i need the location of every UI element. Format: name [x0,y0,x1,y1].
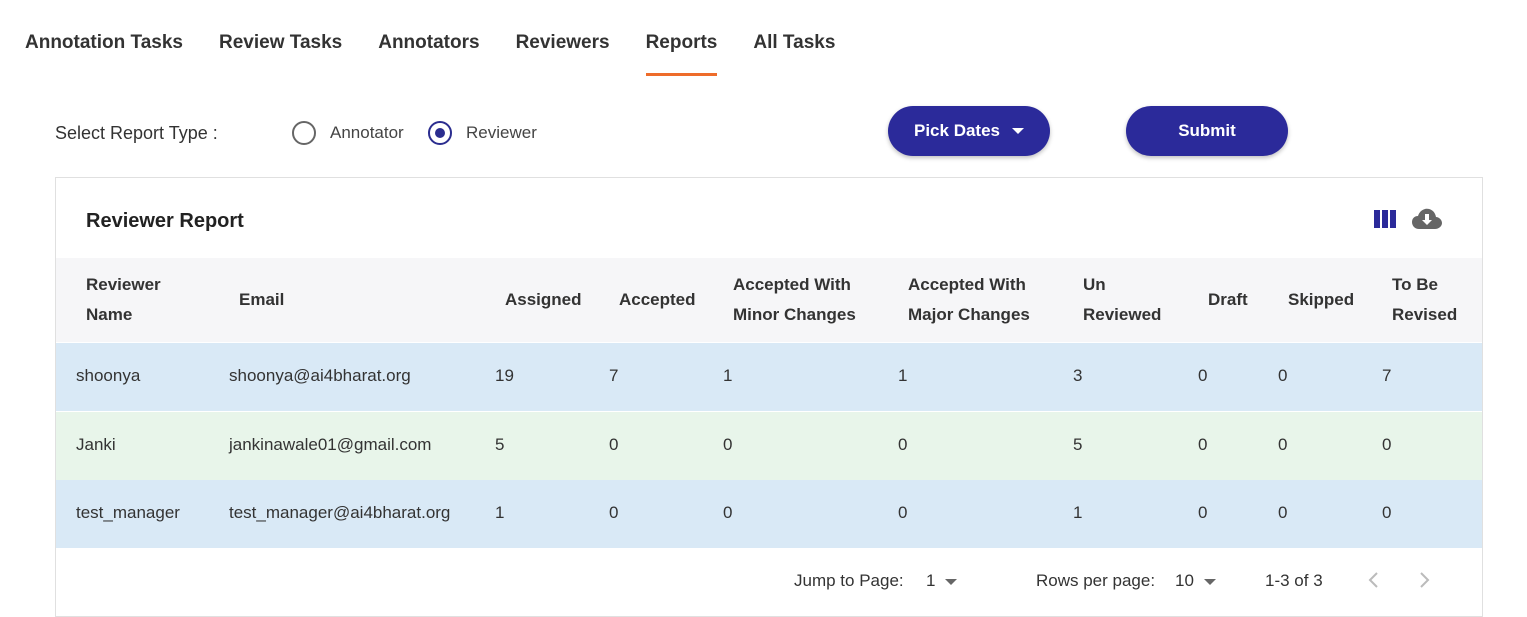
cell-accepted-minor: 0 [723,435,733,454]
report-card: Reviewer Report Reviewer Name Email Assig… [55,177,1483,617]
cloud-download-icon[interactable] [1411,207,1443,236]
cell-to-be-revised: 0 [1382,435,1392,454]
cell-draft: 0 [1198,435,1208,454]
header-accepted-minor[interactable]: Accepted With Minor Changes [733,270,856,330]
rows-per-page-select[interactable]: 10 [1175,571,1216,591]
table-row[interactable]: shoonya shoonya@ai4bharat.org 19 7 1 1 3… [56,343,1482,411]
cell-unreviewed: 3 [1073,366,1083,385]
card-title: Reviewer Report [86,210,244,232]
header-accepted-major[interactable]: Accepted With Major Changes [908,270,1030,330]
header-draft[interactable]: Draft [1208,285,1248,315]
cell-unreviewed: 1 [1073,503,1083,522]
cell-accepted-major: 0 [898,503,908,522]
view-columns-icon[interactable] [1374,210,1396,233]
table-row[interactable]: Janki jankinawale01@gmail.com 5 0 0 0 5 … [56,412,1482,480]
header-unreviewed[interactable]: Un Reviewed [1083,270,1161,330]
jump-to-page-value: 1 [926,571,936,590]
cell-to-be-revised: 7 [1382,366,1392,385]
cell-assigned: 1 [495,503,505,522]
radio-reviewer[interactable]: Reviewer [428,121,537,145]
cell-draft: 0 [1198,366,1208,385]
header-reviewer-name[interactable]: Reviewer Name [86,270,161,330]
cell-to-be-revised: 0 [1382,503,1392,522]
tab-all-tasks[interactable]: All Tasks [753,30,835,76]
cell-accepted: 0 [609,435,619,454]
cell-name: test_manager [76,503,180,522]
header-to-be-revised[interactable]: To Be Revised [1392,270,1457,330]
pagination-range: 1-3 of 3 [1265,571,1323,590]
radio-checked-icon[interactable] [428,121,452,145]
chevron-left-icon[interactable] [1362,568,1386,592]
submit-button[interactable]: Submit [1126,106,1288,156]
radio-unchecked-icon[interactable] [292,121,316,145]
cell-accepted: 0 [609,503,619,522]
cell-accepted-minor: 1 [723,366,733,385]
rows-per-page-value: 10 [1175,571,1194,590]
chevron-right-icon[interactable] [1412,568,1436,592]
tab-review-tasks[interactable]: Review Tasks [219,30,342,76]
header-email[interactable]: Email [239,285,284,315]
cell-skipped: 0 [1278,503,1288,522]
header-accepted[interactable]: Accepted [619,285,696,315]
tab-annotators[interactable]: Annotators [378,30,479,76]
radio-reviewer-label: Reviewer [466,123,537,142]
rows-per-page-label: Rows per page: [1036,571,1156,590]
pick-dates-button[interactable]: Pick Dates [888,106,1050,156]
cell-accepted: 7 [609,366,619,385]
cell-skipped: 0 [1278,366,1288,385]
cell-draft: 0 [1198,503,1208,522]
pick-dates-label: Pick Dates [914,121,1000,140]
submit-label: Submit [1178,121,1236,140]
tab-reviewers[interactable]: Reviewers [516,30,610,76]
cell-assigned: 19 [495,366,514,385]
tab-bar: Annotation Tasks Review Tasks Annotators… [25,30,871,76]
table-row[interactable]: test_manager test_manager@ai4bharat.org … [56,480,1482,548]
jump-to-page-select[interactable]: 1 [926,571,958,591]
cell-email: test_manager@ai4bharat.org [229,503,451,522]
table-header: Reviewer Name Email Assigned Accepted Acc… [56,258,1482,342]
radio-annotator-label: Annotator [330,123,404,142]
header-assigned[interactable]: Assigned [505,285,582,315]
cell-skipped: 0 [1278,435,1288,454]
cell-accepted-major: 1 [898,366,908,385]
report-type-row: Select Report Type : Annotator Reviewer … [55,106,1455,156]
caret-down-icon [945,578,958,585]
cell-unreviewed: 5 [1073,435,1083,454]
cell-accepted-minor: 0 [723,503,733,522]
cell-accepted-major: 0 [898,435,908,454]
radio-annotator[interactable]: Annotator [292,121,404,145]
cell-assigned: 5 [495,435,505,454]
caret-down-icon [1012,128,1024,134]
header-skipped[interactable]: Skipped [1288,285,1354,315]
jump-to-page-label: Jump to Page: [794,571,904,590]
tab-reports[interactable]: Reports [645,30,717,76]
cell-name: Janki [76,435,116,454]
report-type-label: Select Report Type : [55,123,218,143]
pagination-footer: Jump to Page: 1 Rows per page: 10 1-3 of… [56,568,1482,598]
cell-email: jankinawale01@gmail.com [229,435,432,454]
tab-annotation-tasks[interactable]: Annotation Tasks [25,30,183,76]
cell-name: shoonya [76,366,141,385]
caret-down-icon [1203,578,1216,585]
cell-email: shoonya@ai4bharat.org [229,366,411,385]
